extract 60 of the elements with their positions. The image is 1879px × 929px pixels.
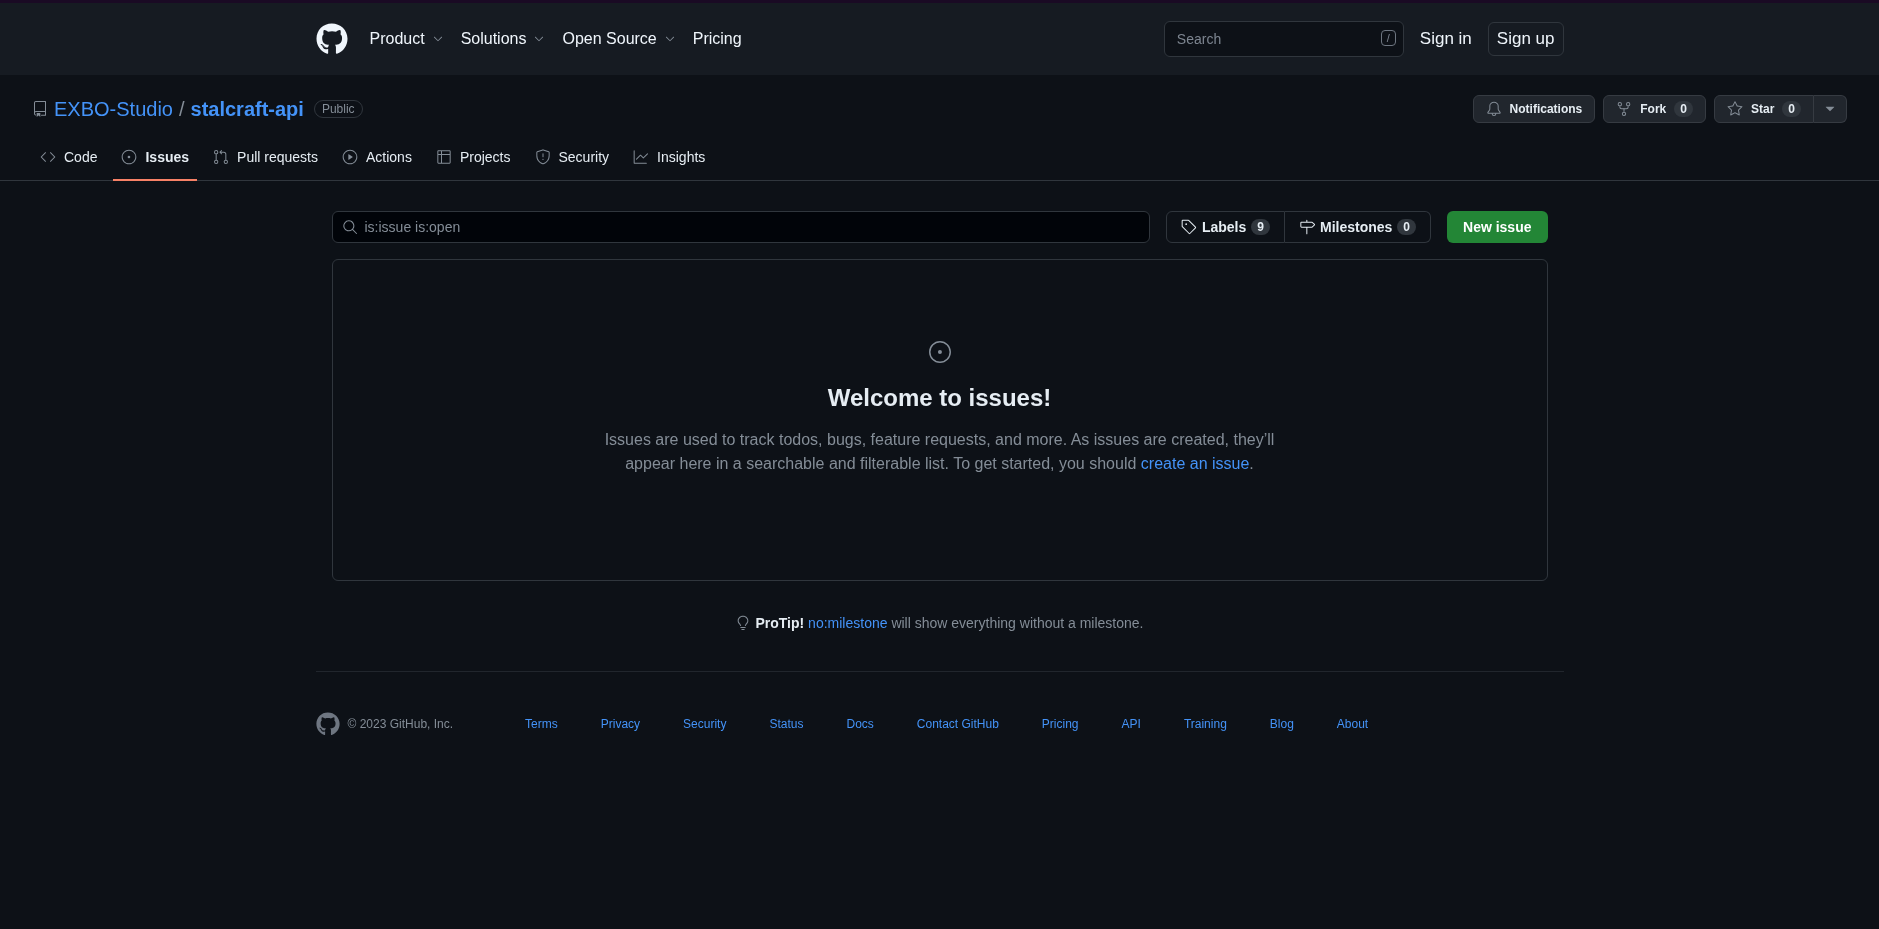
empty-state-text: Issues are used to track todos, bugs, feature requests, and more. As issues are created, they’ll appear here in a searchable and filterable list. To get started, you should create an issue. <box>603 430 1276 474</box>
labels-button[interactable]: Labels 9 <box>1165 211 1285 243</box>
nav-menu-item[interactable]: Solutions <box>460 30 547 48</box>
no-milestone-link[interactable]: no:milestone <box>808 615 888 631</box>
labels-count: 9 <box>1251 219 1270 235</box>
tag-icon <box>1180 219 1197 235</box>
footer-link[interactable]: About <box>1336 717 1369 731</box>
signpost-icon <box>1298 219 1315 235</box>
sign-up-button[interactable]: Sign up <box>1487 22 1564 56</box>
repo-tab[interactable]: Insights <box>625 141 714 181</box>
nav-menu-item[interactable]: Pricing <box>692 30 742 48</box>
footer-link[interactable]: Terms <box>525 717 558 731</box>
footer-link[interactable]: Contact GitHub <box>916 717 999 731</box>
table-icon <box>435 149 452 165</box>
footer-link[interactable]: Docs <box>846 717 874 731</box>
star-menu-button[interactable] <box>1814 95 1847 123</box>
milestones-count: 0 <box>1397 219 1416 235</box>
fork-icon <box>1616 101 1633 117</box>
shield-icon <box>534 149 551 165</box>
footer-link[interactable]: API <box>1121 717 1141 731</box>
footer-link[interactable]: Status <box>769 717 804 731</box>
code-icon <box>40 149 56 165</box>
sign-in-link[interactable]: Sign in <box>1419 29 1472 49</box>
star-button[interactable]: Star 0 <box>1713 95 1814 123</box>
repo-tab[interactable]: Security <box>526 141 618 181</box>
fork-count: 0 <box>1674 101 1693 117</box>
repo-tab[interactable]: Projects <box>427 141 519 181</box>
owner-link[interactable]: EXBO-Studio <box>54 97 173 121</box>
footer-link[interactable]: Pricing <box>1041 717 1079 731</box>
repo-tab[interactable]: Pull requests <box>205 141 326 181</box>
footer-link[interactable]: Training <box>1183 717 1227 731</box>
graph-icon <box>633 149 650 165</box>
repo-icon <box>32 101 48 117</box>
footer-link[interactable]: Security <box>683 717 727 731</box>
path-separator: / <box>178 97 185 121</box>
milestones-button[interactable]: Milestones 0 <box>1284 211 1431 243</box>
new-issue-button[interactable]: New issue <box>1447 211 1548 243</box>
bell-icon <box>1485 101 1502 117</box>
copyright-text: © 2023 GitHub, Inc. <box>347 717 454 731</box>
play-icon <box>342 149 358 165</box>
repo-name-link[interactable]: stalcraft-api <box>190 97 304 121</box>
empty-state-title: Welcome to issues! <box>827 384 1052 412</box>
footer-link[interactable]: Privacy <box>600 717 641 731</box>
github-logo-icon[interactable] <box>315 23 348 55</box>
create-issue-link[interactable]: create an issue <box>1140 455 1250 472</box>
search-icon <box>341 219 358 235</box>
pull-request-icon <box>213 149 230 165</box>
footer-link[interactable]: Blog <box>1269 717 1294 731</box>
slash-key-hint: / <box>1380 30 1396 46</box>
star-count: 0 <box>1782 101 1801 117</box>
nav-menu-item[interactable]: Open Source <box>562 30 677 48</box>
protip-text: ProTip! no:milestone will show everything without a milestone. <box>755 615 1144 631</box>
repo-tab[interactable]: Issues <box>113 141 198 181</box>
notifications-button[interactable]: Notifications <box>1472 95 1596 123</box>
repo-tab[interactable]: Code <box>32 141 106 181</box>
issue-filter-field[interactable]: is:issue is:open <box>331 211 1150 243</box>
repo-tab[interactable]: Actions <box>334 141 420 181</box>
star-icon <box>1726 101 1743 117</box>
fork-button[interactable]: Fork 0 <box>1603 95 1706 123</box>
nav-menu-item[interactable]: Product <box>369 30 445 48</box>
